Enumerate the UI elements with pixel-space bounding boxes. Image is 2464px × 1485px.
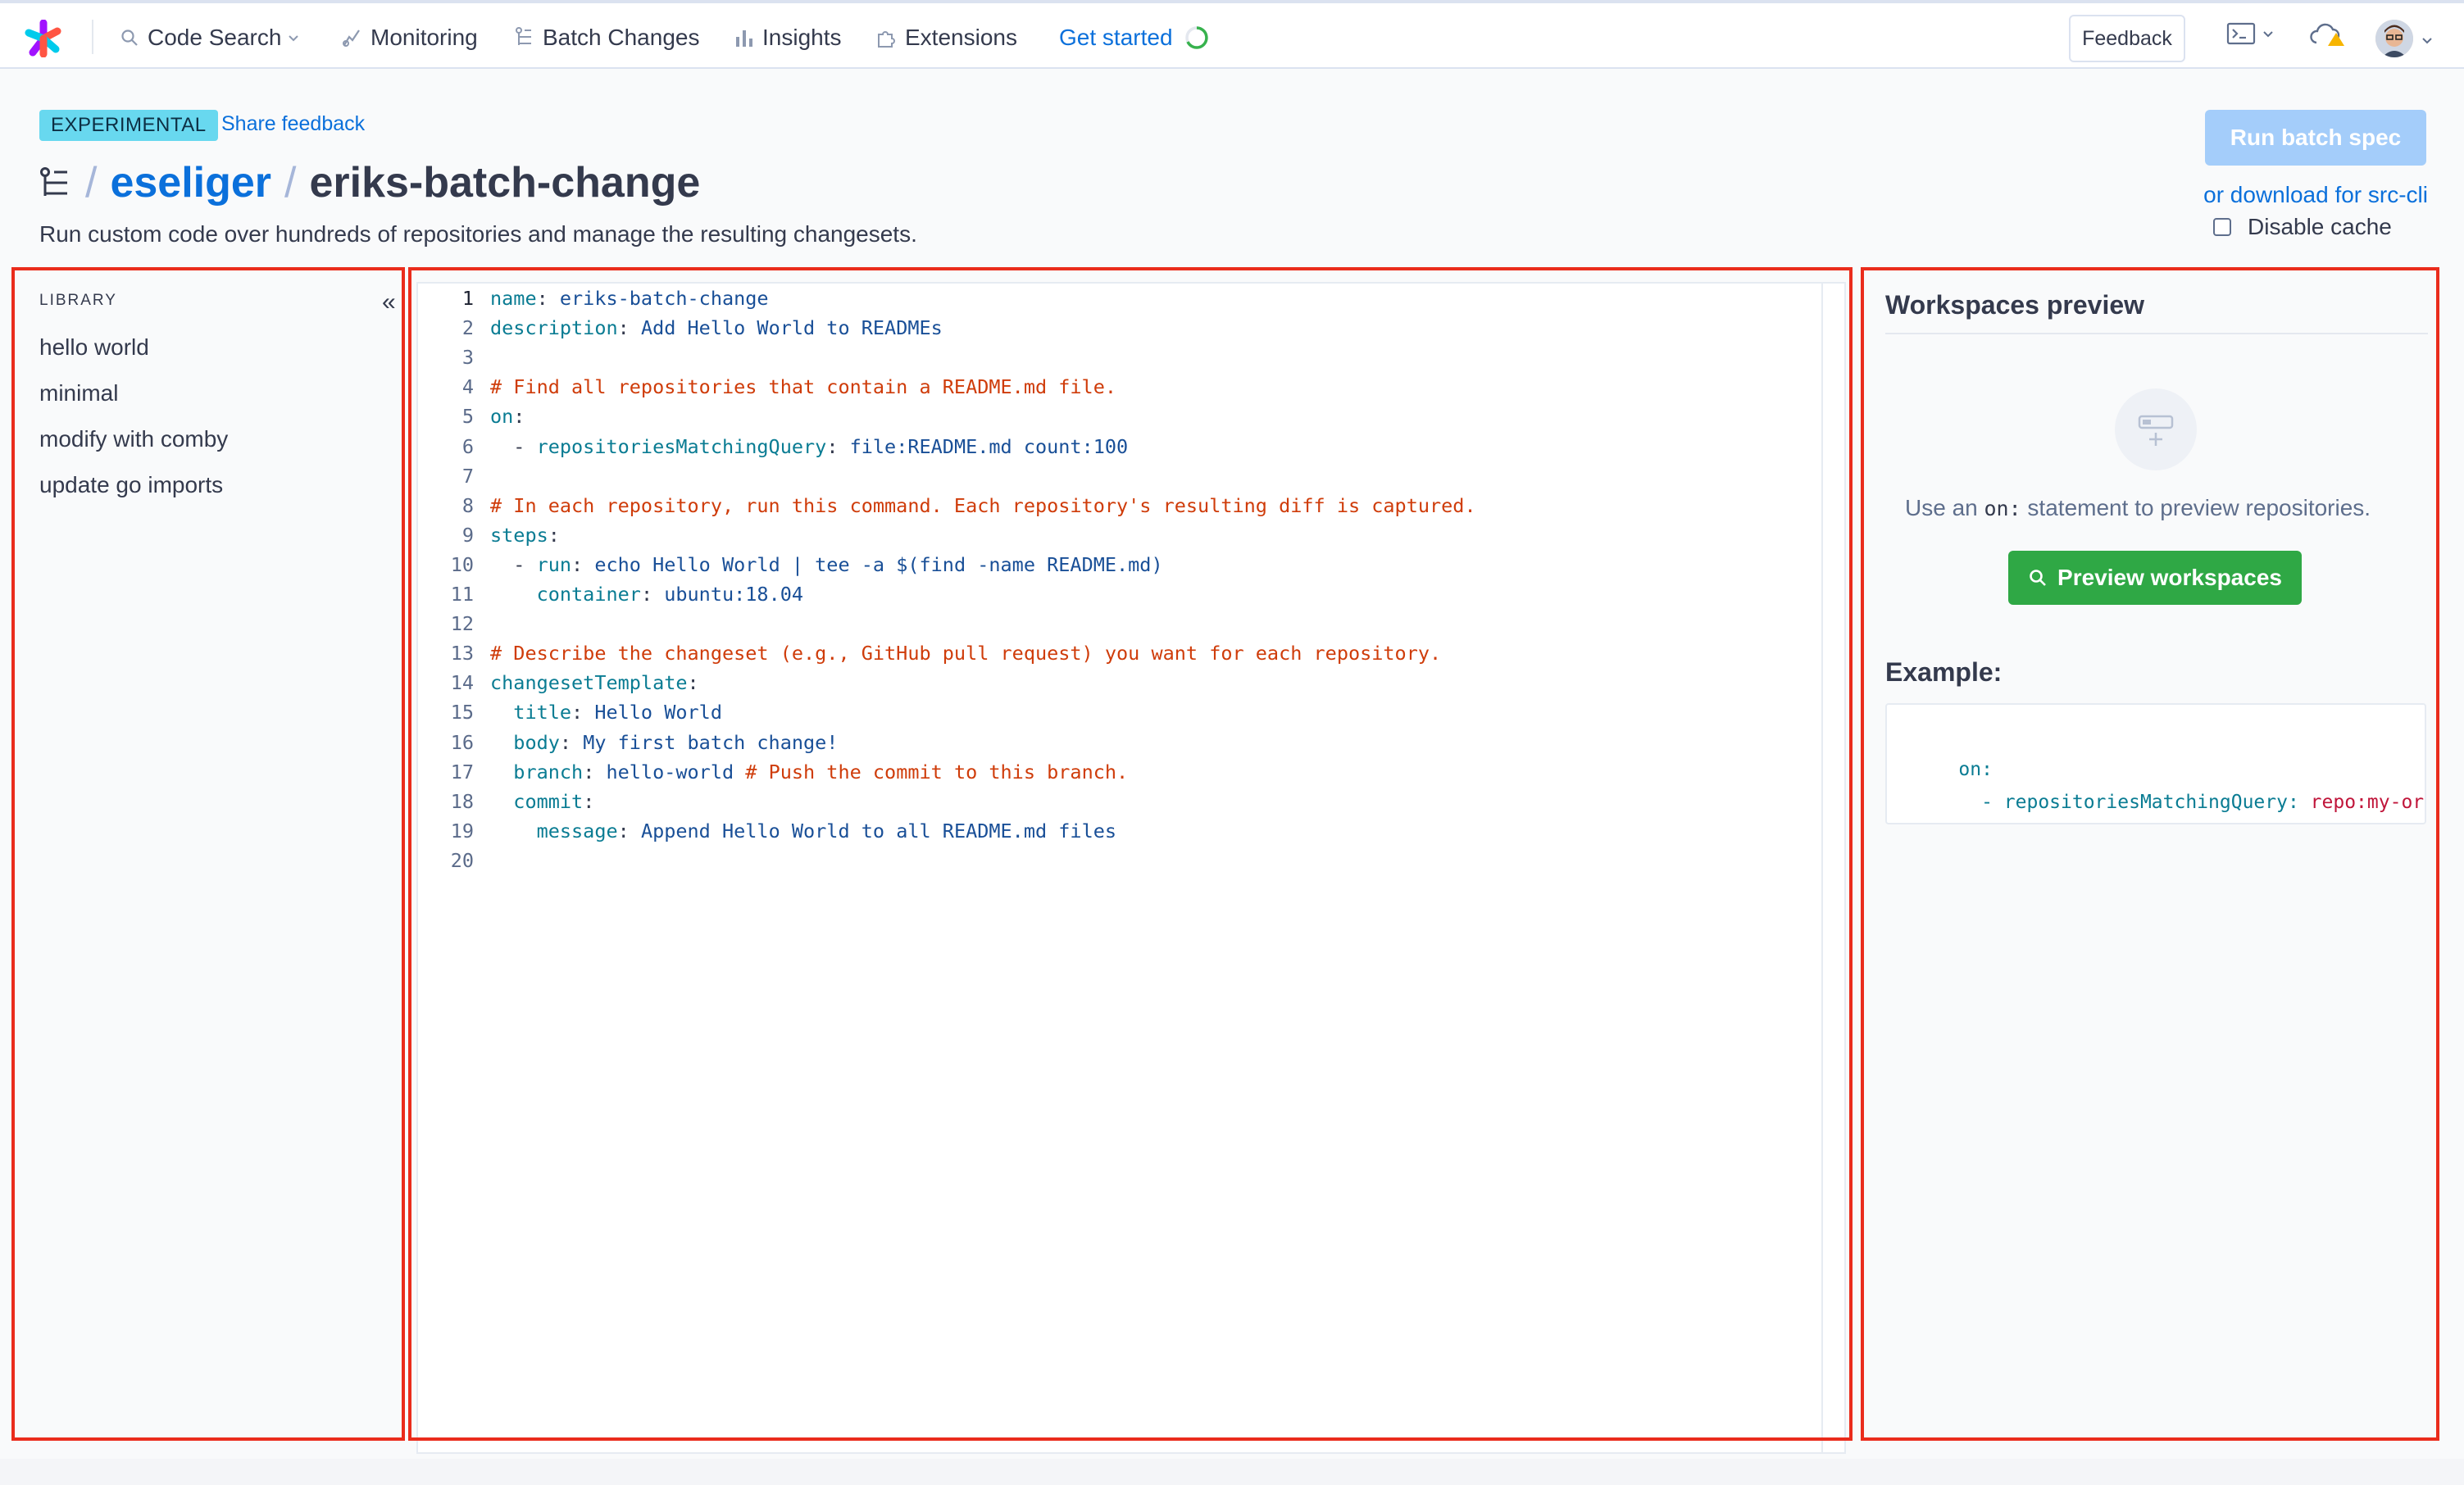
batch-changes-icon [40,167,67,196]
disable-cache-label: Disable cache [2248,214,2392,239]
nav-monitoring-label: Monitoring [371,25,478,50]
page-title: / eseliger / eriks-batch-change [39,156,700,210]
chevron-down-icon [289,35,299,42]
example-line: - repositoriesMatchingQuery: repo:my-org [1913,770,2426,823]
library-item[interactable]: update go imports [39,472,223,498]
hint-text: Use an [1905,495,1984,520]
top-navigation-bar: Code Search Monitoring Batch Changes Ins… [0,0,2464,69]
empty-workspaces-icon [2115,388,2197,470]
chevron-down-icon [2263,31,2273,38]
cloud-status-button[interactable] [2310,21,2346,48]
disable-cache-option[interactable]: Disable cache [2213,213,2392,241]
nav-monitoring[interactable]: Monitoring [341,21,478,54]
terminal-icon [2226,22,2256,45]
preview-workspaces-button[interactable]: Preview workspaces [2008,551,2302,605]
example-dash: - [1958,792,2004,813]
divider [1885,333,2428,334]
workspaces-hint: Use an on: statement to preview reposito… [1905,495,2371,521]
feedback-button[interactable]: Feedback [2069,15,2185,62]
example-code-block: on: - repositoriesMatchingQuery: repo:my… [1885,703,2426,824]
page-footer-strip [0,1459,2464,1485]
hint-code: on: [1984,497,2021,520]
collapse-library-button[interactable]: « [382,288,396,316]
cloud-warning-icon [2310,23,2344,46]
chevron-down-icon[interactable] [2420,33,2434,48]
nav-code-search[interactable]: Code Search [120,21,309,54]
breadcrumb-separator: / [85,159,98,207]
library-item[interactable]: modify with comby [39,426,228,452]
sourcegraph-logo-icon[interactable] [25,20,62,57]
user-avatar[interactable] [2375,20,2413,57]
progress-ring-icon [1184,26,1208,49]
user-avatar-icon [2375,20,2413,57]
nav-divider [92,20,93,54]
nav-insights-label: Insights [762,25,842,50]
disable-cache-checkbox[interactable] [2213,218,2231,236]
share-feedback-link[interactable]: Share feedback [221,112,365,136]
library-item[interactable]: hello world [39,334,149,361]
search-icon [121,30,138,46]
run-batch-spec-button[interactable]: Run batch spec [2205,110,2426,166]
nav-batch-changes-label: Batch Changes [543,25,700,50]
nav-get-started[interactable]: Get started [1059,21,1217,54]
hint-text: statement to preview repositories. [2021,495,2371,520]
nav-get-started-label: Get started [1059,25,1173,50]
nav-extensions[interactable]: Extensions [875,21,1017,54]
nav-extensions-label: Extensions [905,25,1017,50]
experimental-badge: EXPERIMENTAL [39,110,218,141]
editor-panel [408,267,1853,1441]
example-label: Example: [1885,657,2003,687]
nav-insights[interactable]: Insights [734,21,842,54]
namespace-link[interactable]: eseliger [110,158,271,207]
terminal-menu[interactable] [2226,21,2275,46]
search-icon [2030,570,2046,586]
nav-code-search-label: Code Search [148,25,282,50]
workspaces-preview-title: Workspaces preview [1885,290,2145,320]
puzzle-icon [878,31,895,48]
batch-changes-icon [516,27,531,45]
insights-icon [736,30,752,47]
nav-batch-changes[interactable]: Batch Changes [515,21,699,54]
example-value: repo:my-org [2310,792,2426,813]
monitoring-icon [343,30,360,47]
library-title: LIBRARY [39,292,117,309]
batch-change-name: eriks-batch-change [309,159,701,207]
example-key: repositoriesMatchingQuery: [2003,792,2299,813]
page-subtitle: Run custom code over hundreds of reposit… [39,221,917,247]
preview-workspaces-label: Preview workspaces [2057,565,2282,590]
library-item[interactable]: minimal [39,380,118,406]
download-src-cli-link[interactable]: or download for src-cli [2203,182,2428,208]
breadcrumb-separator: / [284,159,297,207]
